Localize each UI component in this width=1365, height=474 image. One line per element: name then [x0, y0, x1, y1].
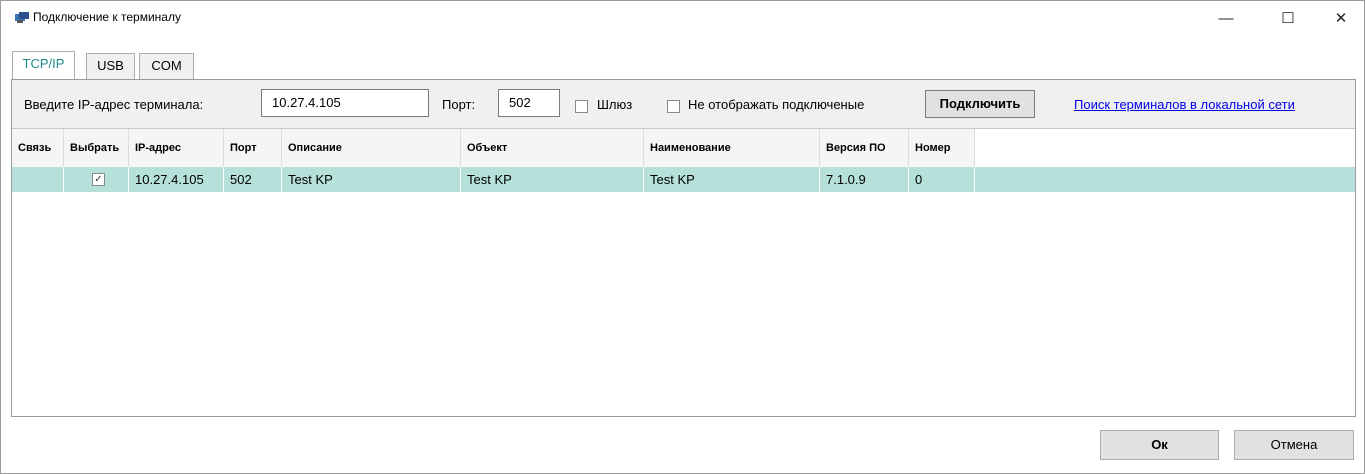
cell-description: Test KP — [282, 167, 461, 192]
row-select-checkbox[interactable]: ✓ — [92, 173, 105, 186]
close-button[interactable]: ✕ — [1318, 1, 1364, 35]
connect-button[interactable]: Подключить — [925, 90, 1035, 118]
cell-ip: 10.27.4.105 — [129, 167, 224, 192]
column-header-number[interactable]: Номер — [909, 129, 975, 167]
ip-address-label: Введите IP-адрес терминала: — [24, 97, 204, 112]
terminals-grid[interactable]: Связь Выбрать IP-адрес Порт Описание Объ… — [12, 129, 1355, 416]
gateway-label: Шлюз — [597, 97, 633, 112]
cell-link — [12, 167, 64, 192]
table-row[interactable]: ✓ 10.27.4.105 502 Test KP Test KP Test K… — [12, 167, 1355, 192]
tab-com[interactable]: COM — [139, 53, 194, 79]
ok-button[interactable]: Ок — [1100, 430, 1219, 460]
gateway-checkbox[interactable] — [575, 100, 588, 113]
column-header-name[interactable]: Наименование — [644, 129, 820, 167]
title-bar[interactable]: Подключение к терминалу — ☐ ✕ — [1, 1, 1364, 35]
cell-object: Test KP — [461, 167, 644, 192]
minimize-button[interactable]: — — [1203, 1, 1249, 35]
cell-version: 7.1.0.9 — [820, 167, 909, 192]
column-header-object[interactable]: Объект — [461, 129, 644, 167]
cell-port: 502 — [224, 167, 282, 192]
cancel-button[interactable]: Отмена — [1234, 430, 1354, 460]
port-label: Порт: — [442, 97, 476, 112]
grid-header-empty — [975, 129, 1355, 167]
tab-tcp-ip[interactable]: TCP/IP — [12, 51, 75, 79]
column-header-description[interactable]: Описание — [282, 129, 461, 167]
ip-address-input[interactable]: 10.27.4.105 — [261, 89, 429, 117]
hide-connected-checkbox[interactable] — [667, 100, 680, 113]
search-terminals-link[interactable]: Поиск терминалов в локальной сети — [1074, 97, 1295, 112]
port-input[interactable]: 502 — [498, 89, 560, 117]
tab-usb[interactable]: USB — [86, 53, 135, 79]
tab-panel-tcp-ip: Введите IP-адрес терминала: 10.27.4.105 … — [11, 79, 1356, 417]
grid-header: Связь Выбрать IP-адрес Порт Описание Объ… — [12, 129, 975, 167]
terminal-icon — [15, 12, 29, 23]
connection-dialog: Подключение к терминалу — ☐ ✕ TCP/IP USB… — [0, 0, 1365, 474]
cell-number: 0 — [909, 167, 975, 192]
column-header-link[interactable]: Связь — [12, 129, 64, 167]
column-header-version[interactable]: Версия ПО — [820, 129, 909, 167]
column-header-select[interactable]: Выбрать — [64, 129, 129, 167]
maximize-button[interactable]: ☐ — [1265, 1, 1311, 35]
window-title: Подключение к терминалу — [33, 10, 181, 24]
column-header-ip[interactable]: IP-адрес — [129, 129, 224, 167]
column-header-port[interactable]: Порт — [224, 129, 282, 167]
connection-toolbar: Введите IP-адрес терминала: 10.27.4.105 … — [12, 80, 1355, 129]
hide-connected-label: Не отображать подключеные — [688, 97, 865, 112]
cell-name: Test KP — [644, 167, 820, 192]
